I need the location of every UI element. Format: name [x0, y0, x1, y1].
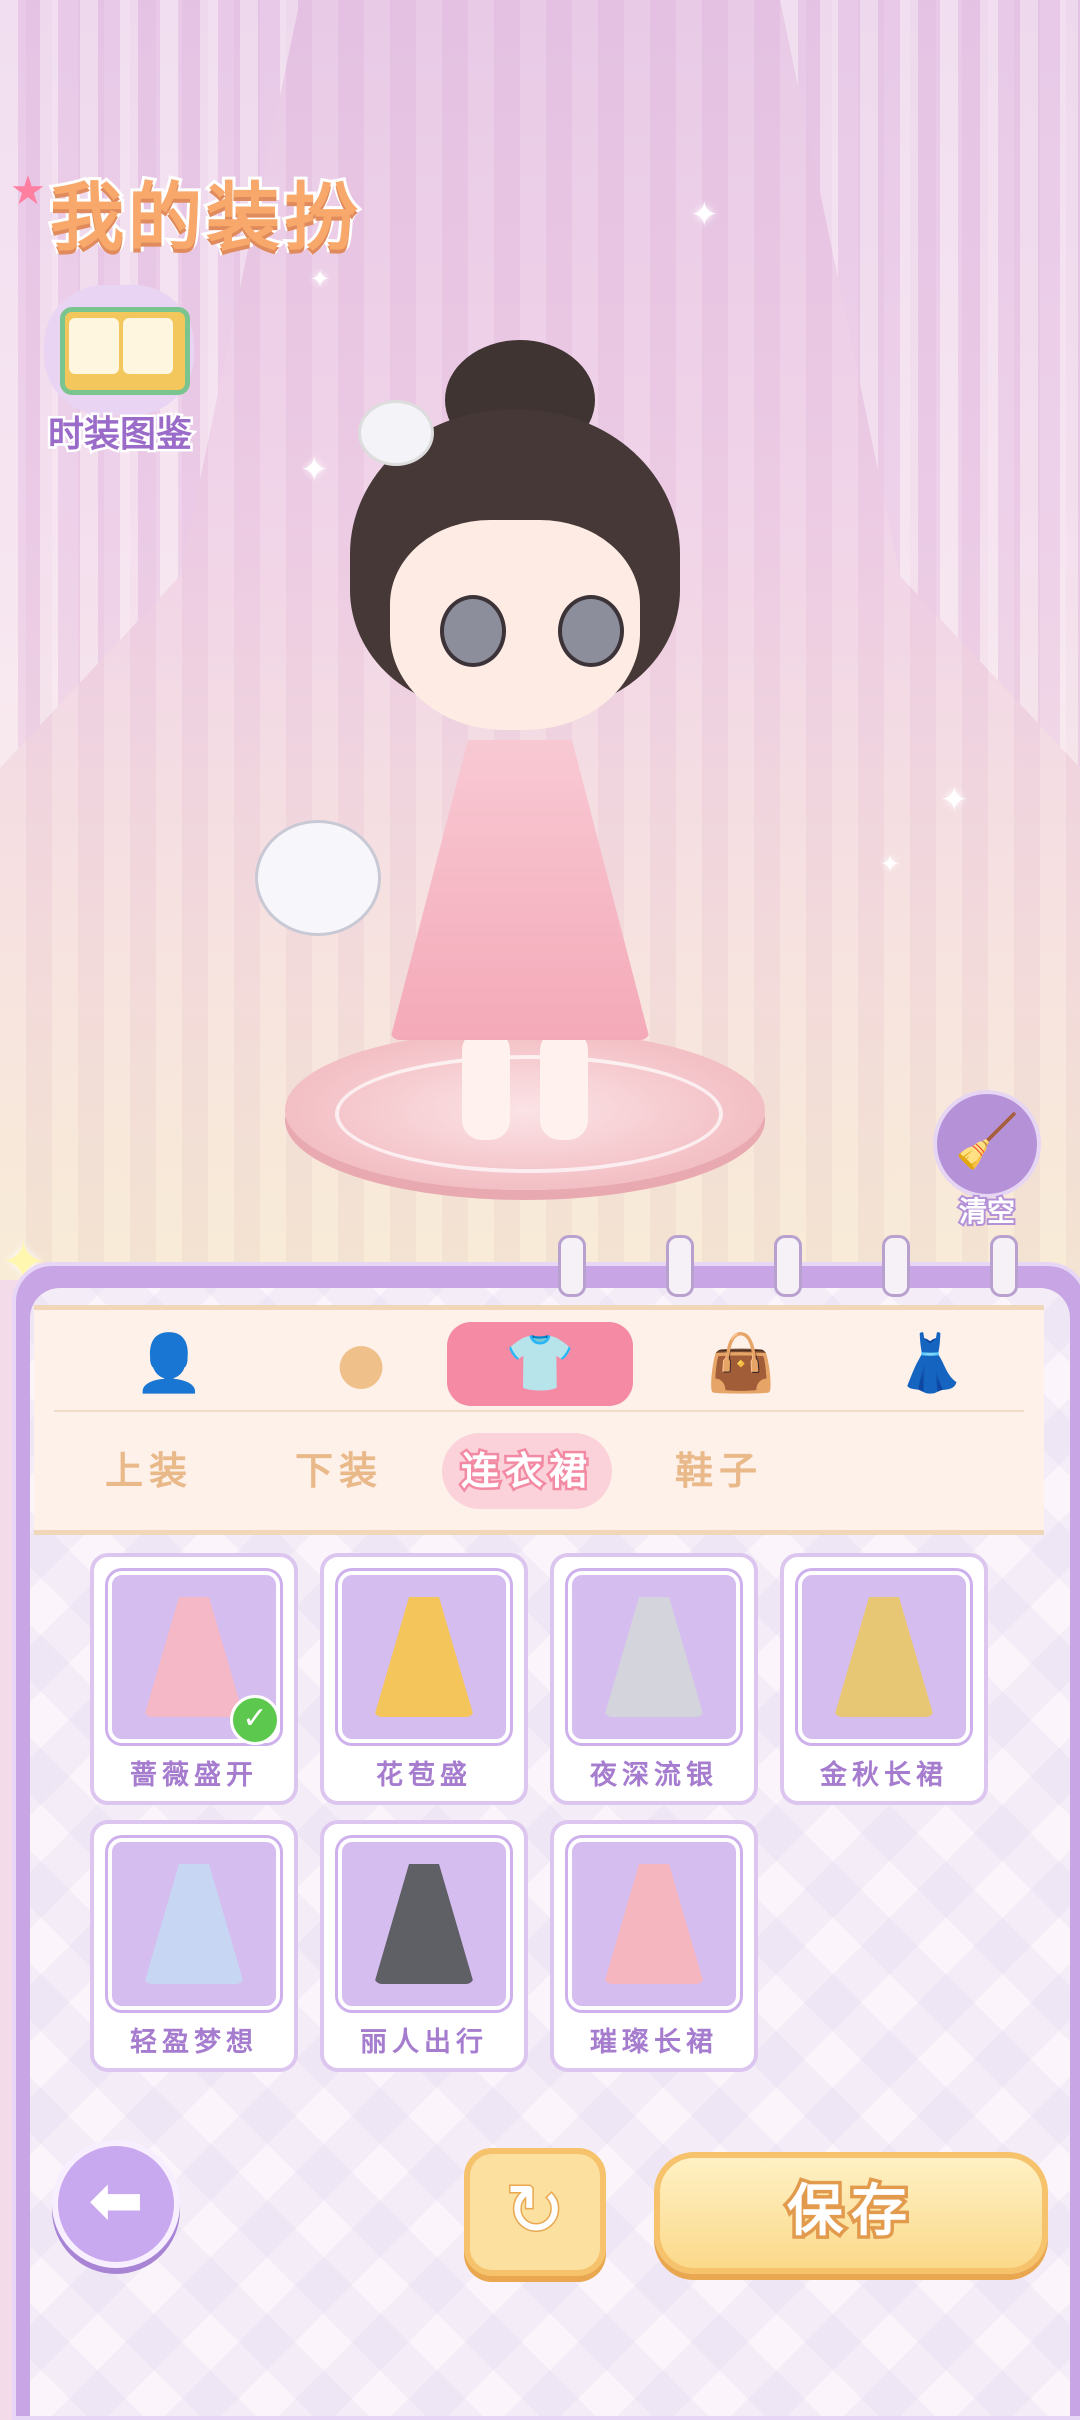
hair-silhouette-icon: 👤: [134, 1331, 204, 1396]
tab-bag[interactable]: 👜: [686, 1322, 796, 1406]
tab-clothing[interactable]: 👕: [447, 1322, 633, 1406]
item-card[interactable]: 璀璨长裙: [550, 1820, 758, 2072]
item-thumbnail: [798, 1571, 970, 1743]
avatar-character: [240, 340, 800, 1240]
handbag-icon: 👜: [706, 1331, 776, 1396]
item-card[interactable]: ✓ 蔷薇盛开: [90, 1553, 298, 1805]
clear-label: 清空: [957, 1193, 1017, 1230]
bouquet-icon: [255, 820, 381, 936]
item-label: 轻盈梦想: [130, 2027, 258, 2058]
right-curtain: [780, 0, 1080, 768]
tab-divider: [54, 1410, 1024, 1412]
book-page-right: [123, 318, 173, 374]
book-page-left: [69, 318, 119, 374]
item-thumbnail: [568, 1571, 740, 1743]
avatar-eye: [440, 595, 506, 667]
fashion-catalog-button[interactable]: 时装图鉴: [30, 285, 210, 458]
tab-accessory[interactable]: 👗: [876, 1322, 986, 1406]
category-tabs: 👤 ● 👕 👜 👗 上装 下装 连衣裙 鞋子: [34, 1305, 1044, 1535]
catalog-label: 时装图鉴: [45, 412, 194, 458]
dress-icon: [374, 1864, 474, 1984]
item-thumbnail: [108, 1838, 280, 2010]
dress-icon: [604, 1864, 704, 1984]
avatar-eye: [558, 595, 624, 667]
item-card[interactable]: 丽人出行: [320, 1820, 528, 2072]
binder-ring: [990, 1235, 1018, 1297]
rose-hair-accessory-icon: [358, 400, 434, 466]
sparkle-icon: ✦: [690, 195, 719, 235]
platform-ring: [335, 1055, 723, 1173]
binder-ring: [558, 1235, 586, 1297]
dress-icon: [374, 1597, 474, 1717]
avatar-dress: [390, 740, 650, 1040]
reset-button[interactable]: ↻: [464, 2148, 606, 2276]
page-title: 我的装扮: [47, 172, 362, 264]
subtab-shoes[interactable]: 鞋子: [634, 1433, 804, 1509]
item-label: 金秋长裙: [820, 1760, 948, 1791]
item-label: 花苞盛: [376, 1760, 472, 1791]
item-label: 夜深流银: [590, 1760, 718, 1791]
dress-icon: [144, 1864, 244, 1984]
avatar-leg: [540, 1030, 588, 1140]
check-icon: ✓: [230, 1695, 280, 1745]
item-card[interactable]: 轻盈梦想: [90, 1820, 298, 2072]
broom-icon: 🧹: [933, 1090, 1041, 1198]
item-thumbnail: [568, 1838, 740, 2010]
avatar-leg: [462, 1030, 510, 1140]
item-label: 璀璨长裙: [590, 2027, 718, 2058]
save-button[interactable]: 保存: [654, 2152, 1048, 2274]
binder-ring: [882, 1235, 910, 1297]
dress-icon: [834, 1597, 934, 1717]
binder-ring: [774, 1235, 802, 1297]
item-thumbnail: [338, 1571, 510, 1743]
item-card[interactable]: 夜深流银: [550, 1553, 758, 1805]
item-label: 丽人出行: [360, 2027, 488, 2058]
item-card[interactable]: 金秋长裙: [780, 1553, 988, 1805]
item-label: 蔷薇盛开: [130, 1760, 258, 1791]
sparkle-icon: ✦: [940, 780, 969, 820]
back-button[interactable]: ⬅: [52, 2140, 180, 2268]
item-card[interactable]: 花苞盛: [320, 1553, 528, 1805]
tab-face[interactable]: ●: [306, 1322, 416, 1406]
sparkle-icon: ✦: [880, 850, 901, 878]
tshirt-icon: 👕: [505, 1331, 575, 1396]
arrow-left-icon: ⬅: [88, 2162, 144, 2239]
sparkle-icon: ✦: [310, 265, 331, 293]
refresh-icon: ↻: [503, 2167, 566, 2254]
face-icon: ●: [336, 1331, 386, 1396]
clear-button[interactable]: 🧹 清空: [932, 1090, 1042, 1230]
subtab-tops[interactable]: 上装: [64, 1433, 234, 1509]
star-icon: ★: [10, 168, 46, 214]
binder-ring: [666, 1235, 694, 1297]
book-icon: [60, 307, 190, 395]
dress-icon: [144, 1597, 244, 1717]
subtab-bottoms[interactable]: 下装: [254, 1433, 424, 1509]
tab-hair[interactable]: 👤: [114, 1322, 224, 1406]
subtab-dresses[interactable]: 连衣裙: [442, 1433, 612, 1509]
item-thumbnail: [338, 1838, 510, 2010]
dress-stand-icon: 👗: [896, 1331, 966, 1396]
dress-icon: [604, 1597, 704, 1717]
